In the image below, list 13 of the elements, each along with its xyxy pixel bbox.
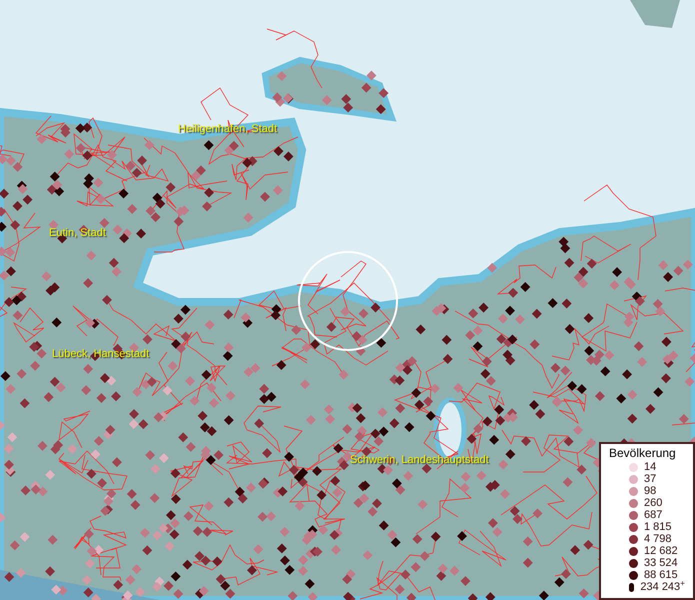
legend-label: 687 — [644, 509, 662, 521]
legend-label: 33 524 — [644, 557, 678, 569]
legend-label: 260 — [644, 497, 662, 509]
legend-label: 98 — [644, 485, 656, 497]
legend-label: 4 798 — [644, 533, 672, 545]
legend-label: 1 815 — [644, 521, 672, 533]
legend-label: 14 — [644, 461, 656, 473]
place-label: Eutin, Stadt — [49, 226, 106, 241]
legend-title: Bevölkerung — [609, 446, 677, 461]
legend-label: 37 — [644, 473, 656, 485]
legend-label: 88 615 — [644, 569, 678, 581]
legend-label: 234 243$^{+}$ — [640, 581, 685, 593]
legend-label: 12 682 — [644, 545, 678, 557]
